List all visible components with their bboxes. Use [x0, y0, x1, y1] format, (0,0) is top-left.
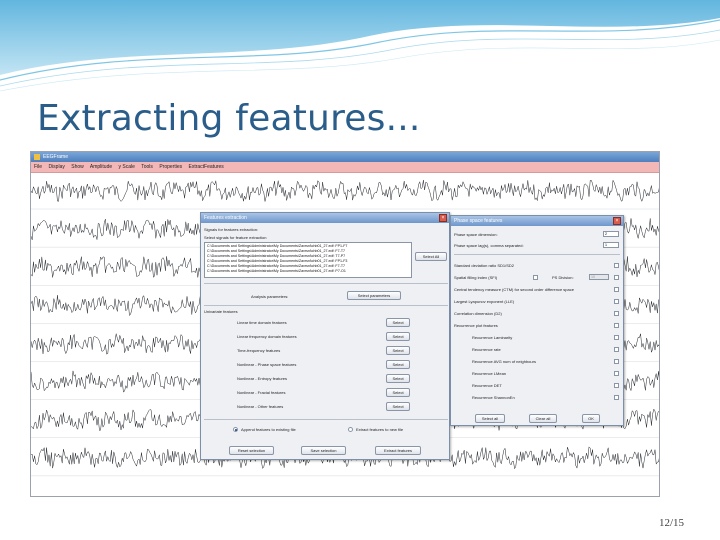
- lle-label: Largest Lyapunov exponent (LLE): [454, 299, 515, 304]
- recurrence-item-label: Recurrence LMean: [472, 371, 507, 376]
- recurrence-det-checkbox[interactable]: [614, 383, 619, 388]
- d2-label: Correlation dimension (D2): [454, 311, 502, 316]
- recurrence-item-label: Recurrence AVG num of neighbours: [472, 359, 536, 364]
- header-wave-decoration: [0, 0, 720, 92]
- feature-row-label: Linear frequency domain features: [237, 334, 297, 339]
- menu-tools[interactable]: Tools: [141, 164, 153, 170]
- recurrence-laminarity-checkbox[interactable]: [614, 335, 619, 340]
- lag-label: Phase space lag(s), comma separated:: [454, 243, 524, 248]
- select-signals-label: Select signals for feature extraction: [204, 235, 267, 240]
- extract-new-file-radio[interactable]: [348, 427, 353, 432]
- features-dialog-title: Features extraction: [204, 215, 247, 221]
- app-icon: [34, 154, 40, 160]
- recurrence-checkbox[interactable]: [614, 323, 619, 328]
- recurrence-item-label: Recurrence DET: [472, 383, 502, 388]
- menu-show[interactable]: Show: [71, 164, 84, 170]
- page-number: 12/15: [658, 517, 684, 529]
- sfi-label: Spatial filling index (SFI): [454, 275, 498, 280]
- phase-dialog-close-button[interactable]: ×: [613, 217, 621, 225]
- list-item[interactable]: C:\Documents and Settings\Administrator\…: [205, 268, 411, 275]
- ps-division-checkbox[interactable]: [614, 275, 619, 280]
- select-linear-frequency-button[interactable]: Select: [386, 332, 410, 341]
- menu-file[interactable]: File: [34, 164, 42, 170]
- ok-button[interactable]: OK: [582, 414, 600, 423]
- features-dialog-titlebar: Features extraction ×: [201, 213, 449, 223]
- select-parameters-button[interactable]: Select parameters: [347, 291, 401, 300]
- app-menubar: File Display Show Amplitude y Scale Tool…: [31, 162, 659, 173]
- recurrence-lmean-checkbox[interactable]: [614, 371, 619, 376]
- feature-row-label: Nonlinear - Fractal features: [237, 390, 286, 395]
- recurrence-shannonen-checkbox[interactable]: [614, 395, 619, 400]
- select-all-button[interactable]: Select all: [475, 414, 505, 423]
- analysis-parameters-label: Analysis parameters:: [251, 294, 289, 299]
- d2-checkbox[interactable]: [614, 311, 619, 316]
- feature-row-label: Nonlinear - Other features: [237, 404, 284, 409]
- phase-dialog-titlebar: Phase space features ×: [451, 216, 623, 226]
- recurrence-header: Recurrence plot features: [454, 323, 498, 328]
- extract-new-file-label: Extract features to new file: [356, 427, 404, 432]
- lle-checkbox[interactable]: [614, 299, 619, 304]
- app-window-title: EEGFrame: [43, 154, 69, 160]
- menu-extract-features[interactable]: ExtractFeatures: [189, 164, 224, 170]
- feature-row-label: Linear time domain features: [237, 320, 287, 325]
- dimension-field[interactable]: 2: [603, 231, 619, 237]
- select-fractal-button[interactable]: Select: [386, 388, 410, 397]
- menu-display[interactable]: Display: [48, 164, 64, 170]
- menu-y-scale[interactable]: y Scale: [119, 164, 135, 170]
- sd-ratio-checkbox[interactable]: [614, 263, 619, 268]
- clear-all-button[interactable]: Clear all: [529, 414, 557, 423]
- save-selection-button[interactable]: Save selection: [301, 446, 346, 455]
- append-features-radio[interactable]: [233, 427, 238, 432]
- recurrence-item-label: Recurrence ShannonEn: [472, 395, 515, 400]
- select-linear-time-button[interactable]: Select: [386, 318, 410, 327]
- feature-row-label: Nonlinear - Entropy features: [237, 376, 288, 381]
- select-all-signals-button[interactable]: Select All: [415, 252, 447, 261]
- recurrence-rate-checkbox[interactable]: [614, 347, 619, 352]
- ctm-label: Central tendency measure (CTM) for secon…: [454, 287, 574, 292]
- univariate-header: Univariate features: [204, 309, 238, 314]
- select-entropy-button[interactable]: Select: [386, 374, 410, 383]
- lag-field[interactable]: 1: [603, 242, 619, 248]
- select-time-frequency-button[interactable]: Select: [386, 346, 410, 355]
- divider: [204, 419, 448, 420]
- reset-selection-button[interactable]: Reset selection: [229, 446, 274, 455]
- append-features-label: Append features to existing file: [241, 427, 296, 432]
- signals-header: Signals for features extraction:: [204, 227, 259, 232]
- select-phase-space-button[interactable]: Select: [386, 360, 410, 369]
- slide-title: Extracting features...: [37, 98, 421, 139]
- recurrence-item-label: Recurrence Laminarity: [472, 335, 513, 340]
- ctm-checkbox[interactable]: [614, 287, 619, 292]
- features-dialog-close-button[interactable]: ×: [439, 214, 447, 222]
- app-titlebar: EEGFrame: [31, 152, 659, 162]
- ps-division-label: PS Division:: [552, 275, 574, 280]
- features-extraction-dialog: Features extraction × Signals for featur…: [200, 212, 450, 460]
- divider: [204, 305, 448, 306]
- menu-properties[interactable]: Properties: [159, 164, 182, 170]
- extract-features-button[interactable]: Extract features: [375, 446, 421, 455]
- phase-dialog-title: Phase space features: [454, 218, 503, 224]
- divider: [454, 254, 620, 255]
- dimension-label: Phase space dimension:: [454, 232, 498, 237]
- recurrence-item-label: Recurrence rate: [472, 347, 501, 352]
- select-other-button[interactable]: Select: [386, 402, 410, 411]
- sfi-checkbox[interactable]: [533, 275, 538, 280]
- recurrence-avg-checkbox[interactable]: [614, 359, 619, 364]
- phase-space-features-dialog: Phase space features × Phase space dimen…: [450, 215, 624, 426]
- eeg-trace: [31, 179, 659, 203]
- signal-file-list[interactable]: C:\Documents and Settings\Administrator\…: [204, 242, 412, 278]
- divider: [204, 283, 448, 284]
- feature-row-label: Time-frequency features: [237, 348, 281, 353]
- feature-row-label: Nonlinear - Phase space features: [237, 362, 297, 367]
- sd-ratio-label: Standard deviation ratio SD1/SD2: [454, 263, 515, 268]
- menu-amplitude[interactable]: Amplitude: [90, 164, 112, 170]
- ps-division-field[interactable]: 10: [589, 274, 609, 280]
